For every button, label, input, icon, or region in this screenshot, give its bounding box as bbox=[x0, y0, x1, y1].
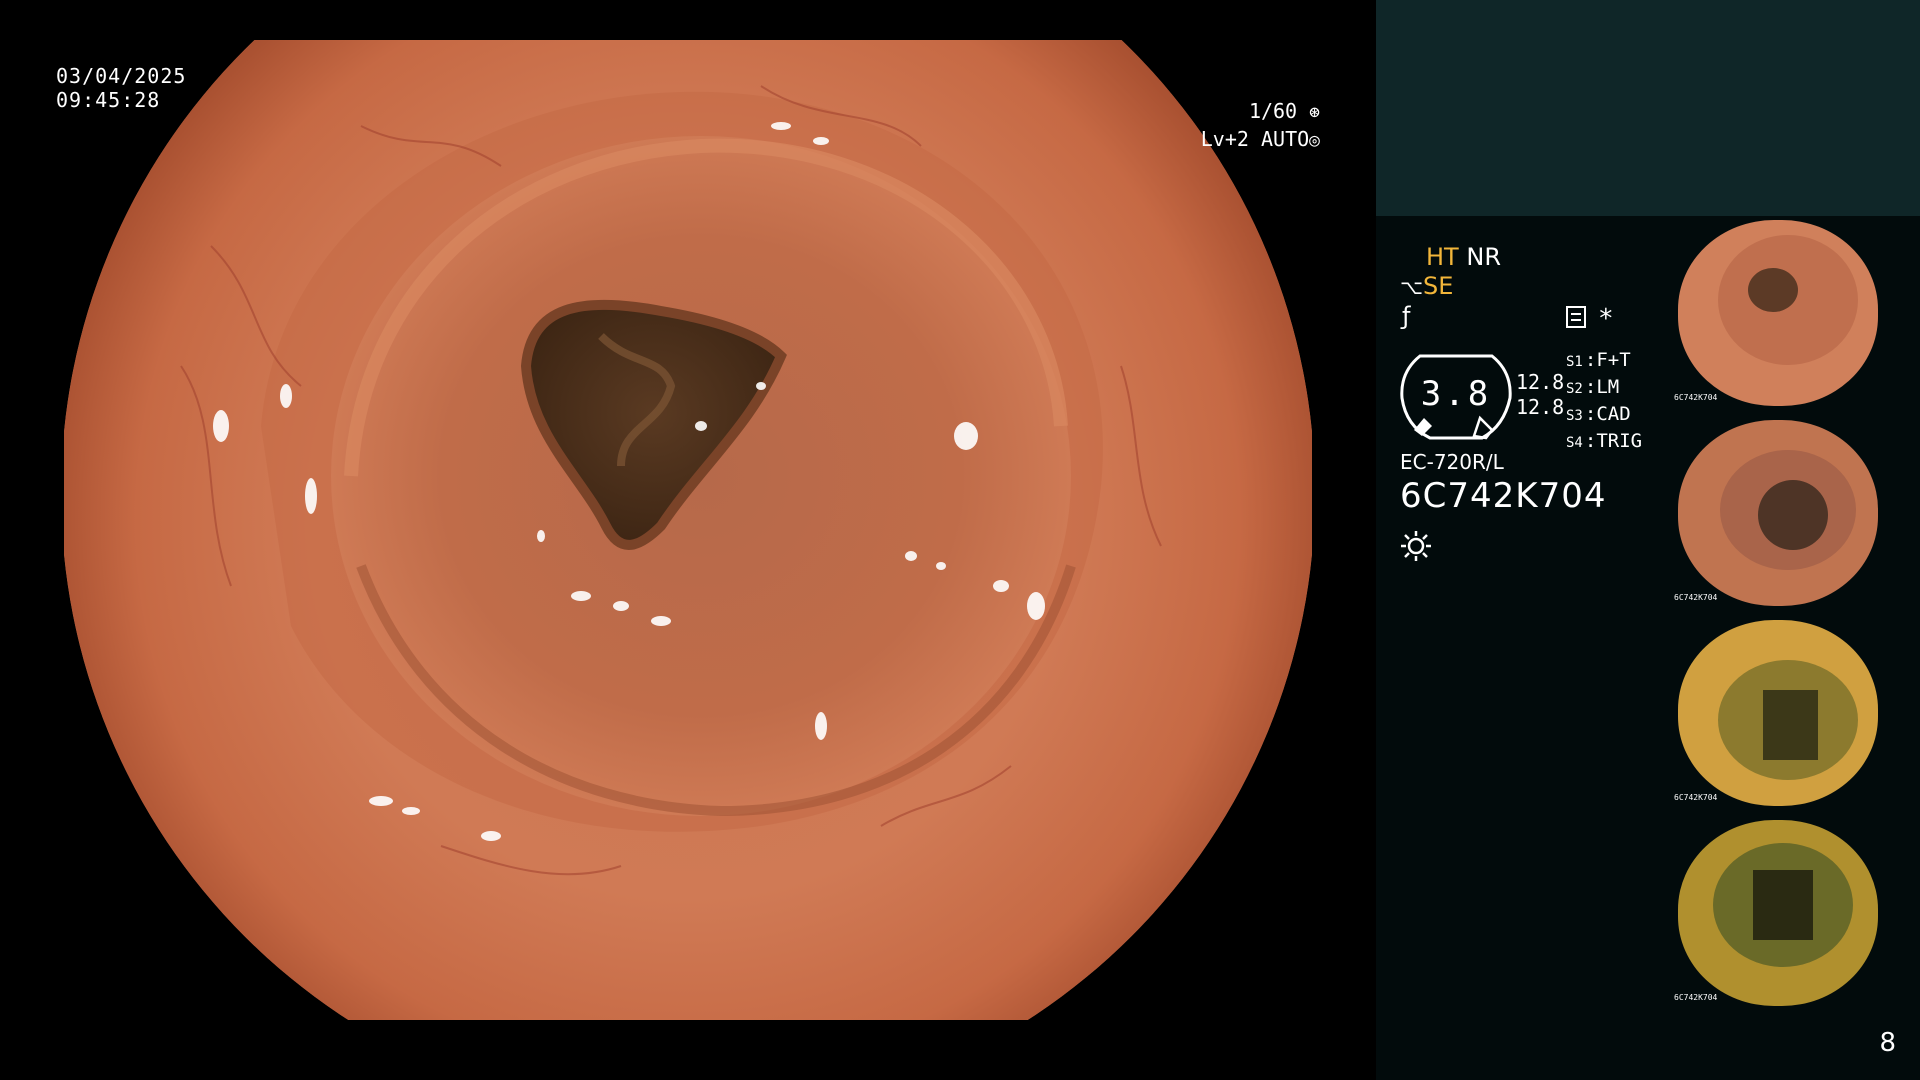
endoscope-view-frame bbox=[64, 40, 1312, 1020]
mode-ht-label: HT bbox=[1426, 243, 1459, 271]
thumbnail-serial: 6C742K704 bbox=[1674, 393, 1718, 402]
slot-row: S2:LM bbox=[1566, 376, 1620, 398]
thumbnail-4[interactable]: 6C742K704 bbox=[1670, 816, 1920, 1008]
thumbnail-2[interactable]: 6C742K704 bbox=[1670, 416, 1920, 608]
iris-mode-text: AUTO bbox=[1260, 127, 1310, 151]
freeze-icon: ƒ bbox=[1402, 302, 1411, 330]
slot-row: S1:F+T bbox=[1566, 349, 1631, 371]
gauge-numbers: 12.8 12.8 bbox=[1516, 370, 1564, 420]
exposure-readout: 1/60 ⊛ Lv+2 AUTO◎ bbox=[1201, 98, 1320, 154]
iris-icon: ◎ bbox=[1309, 130, 1320, 151]
endoscope-image bbox=[64, 40, 1312, 1020]
thumbnail-serial: 6C742K704 bbox=[1674, 593, 1718, 602]
gauge-number-1: 12.8 bbox=[1516, 370, 1565, 394]
page-number: 8 bbox=[1879, 1028, 1896, 1058]
time-text: 09:45:28 bbox=[56, 88, 161, 112]
mode-nr-label: NR bbox=[1466, 243, 1501, 271]
shutter-icon: ⊛ bbox=[1309, 102, 1320, 123]
thumbnail-serial: 6C742K704 bbox=[1674, 793, 1718, 802]
switch-assignments: S1:F+T S2:LM S3:CAD S4:TRIG bbox=[1566, 348, 1642, 456]
asterisk-icon: * bbox=[1598, 304, 1614, 334]
enhance-icon: ⌥ bbox=[1400, 275, 1424, 299]
scope-model-text: EC-720R/L bbox=[1400, 450, 1504, 474]
shutter-text: 1/60 bbox=[1248, 99, 1298, 123]
zoom-value: 3.8 bbox=[1420, 374, 1492, 414]
colon-lumen-illustration bbox=[64, 40, 1312, 1020]
panel-header-area bbox=[1376, 0, 1920, 216]
capture-thumbnails: 6C742K704 6C742K704 6C742K704 6C742K704 bbox=[1670, 216, 1920, 1016]
image-mode-block: HT NR bbox=[1426, 242, 1501, 272]
scope-serial-text: 6C742K704 bbox=[1400, 476, 1607, 516]
date-text: 03/04/2025 bbox=[56, 64, 187, 88]
light-source-icon bbox=[1401, 531, 1431, 561]
date-time-readout: 03/04/2025 09:45:28 bbox=[56, 64, 186, 112]
menu-icon bbox=[1566, 306, 1586, 328]
slot-row: S3:CAD bbox=[1566, 403, 1631, 425]
structure-enhance-row: ⌥SE bbox=[1400, 272, 1453, 300]
iris-level-text: Lv+2 bbox=[1200, 127, 1249, 151]
slot-row: S4:TRIG bbox=[1566, 430, 1643, 452]
thumbnail-3[interactable]: 6C742K704 bbox=[1670, 616, 1920, 808]
thumbnail-serial: 6C742K704 bbox=[1674, 993, 1718, 1002]
thumbnail-1[interactable]: 6C742K704 bbox=[1670, 216, 1920, 408]
gauge-number-2: 12.8 bbox=[1516, 395, 1565, 419]
mode-se-label: SE bbox=[1423, 272, 1454, 300]
